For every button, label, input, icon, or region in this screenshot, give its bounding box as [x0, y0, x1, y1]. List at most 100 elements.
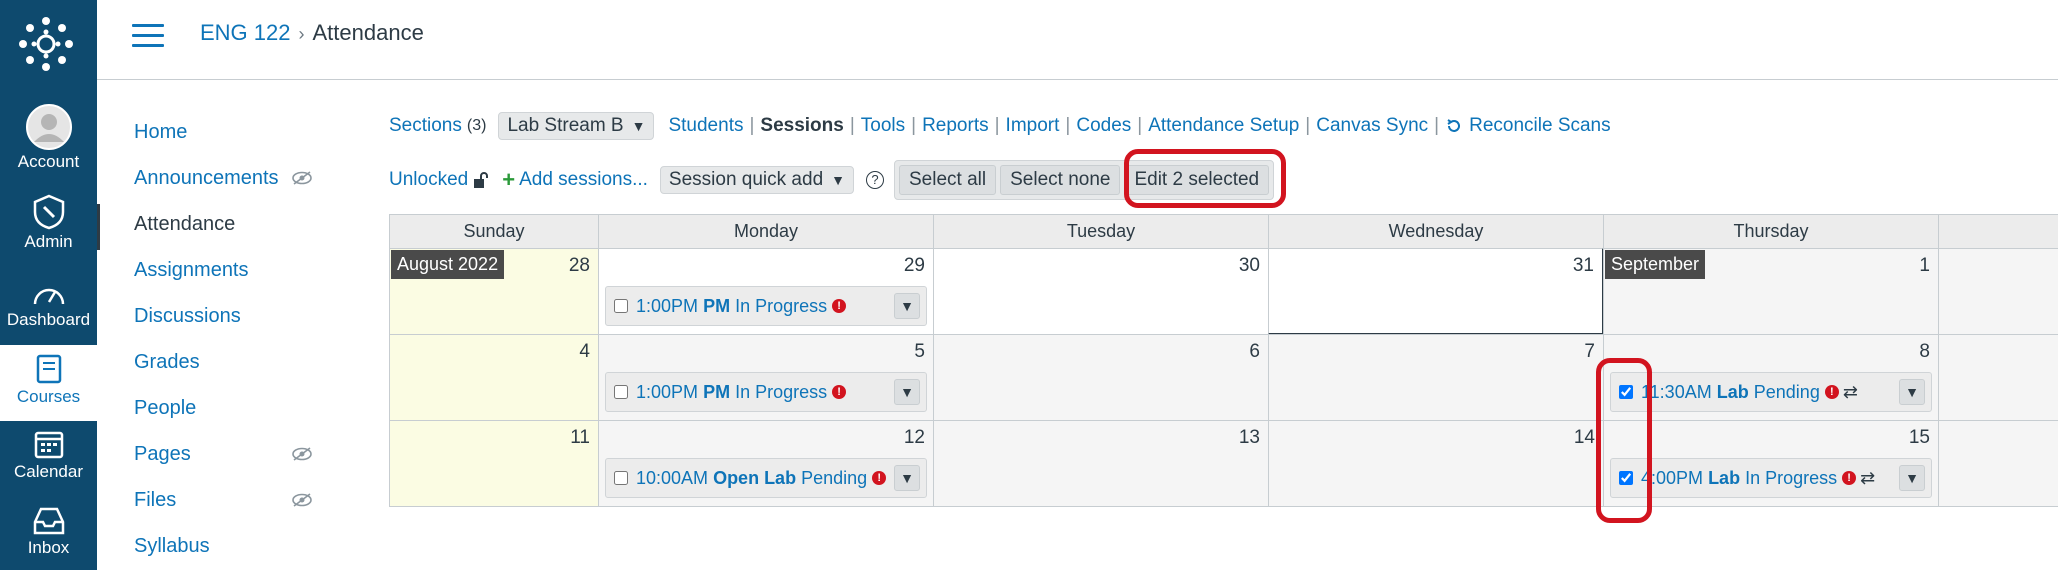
- divider: |: [994, 115, 1000, 136]
- session-item[interactable]: 4:00PM Lab In Progress ! ⇄ ▼: [1610, 458, 1932, 498]
- section-select-value: Lab Stream B: [507, 115, 624, 136]
- reconcile-scans-link[interactable]: Reconcile Scans: [1469, 115, 1611, 137]
- course-nav-grades[interactable]: Grades: [97, 342, 327, 388]
- students-link[interactable]: Students: [668, 115, 743, 137]
- month-label: September: [1605, 250, 1706, 279]
- calendar-day[interactable]: [1938, 420, 2058, 507]
- nav-dashboard[interactable]: Dashboard: [0, 280, 97, 330]
- course-nav-assignments-label: Assignments: [134, 259, 249, 281]
- session-checkbox[interactable]: [614, 299, 628, 313]
- top-bar: ENG 122 › Attendance: [97, 0, 2058, 80]
- course-nav-syllabus[interactable]: Syllabus: [97, 526, 327, 572]
- session-menu-chevron-icon[interactable]: ▼: [894, 379, 920, 405]
- session-item[interactable]: 11:30AM Lab Pending ! ⇄ ▼: [1610, 372, 1932, 412]
- hamburger-menu-icon[interactable]: [132, 24, 164, 48]
- tools-link[interactable]: Tools: [861, 115, 905, 137]
- nav-inbox[interactable]: Inbox: [0, 506, 97, 558]
- calendar-day[interactable]: 31: [1268, 248, 1604, 335]
- session-checkbox[interactable]: [1619, 385, 1633, 399]
- calendar-day[interactable]: 12 10:00AM Open Lab Pending ! ▼: [598, 420, 934, 507]
- course-nav-files[interactable]: Files: [97, 480, 327, 526]
- hidden-eye-icon: [292, 493, 312, 507]
- calendar-day[interactable]: 13: [933, 420, 1269, 507]
- session-checkbox[interactable]: [614, 385, 628, 399]
- session-quick-add-select[interactable]: Session quick add ▼: [659, 166, 854, 194]
- canvas-sync-link[interactable]: Canvas Sync: [1316, 115, 1428, 137]
- sections-link[interactable]: Sections: [389, 115, 462, 137]
- sessions-calendar: Sunday Monday Tuesday Wednesday Thursday…: [389, 214, 2058, 511]
- attendance-setup-link[interactable]: Attendance Setup: [1148, 115, 1299, 137]
- edit-selected-button[interactable]: Edit 2 selected: [1124, 165, 1270, 195]
- day-number: 4: [579, 341, 590, 362]
- session-status: In Progress: [735, 295, 828, 316]
- session-name: Lab: [1708, 467, 1741, 488]
- month-label: August 2022: [391, 250, 505, 279]
- nav-account[interactable]: Account: [0, 104, 97, 172]
- calendar-day[interactable]: 6: [933, 334, 1269, 421]
- calendar-day[interactable]: 5 1:00PM PM In Progress ! ▼: [598, 334, 934, 421]
- calendar-day[interactable]: September 1: [1603, 248, 1939, 335]
- global-nav: Account Admin Dashboard Courses Calendar: [0, 0, 97, 570]
- session-item[interactable]: 1:00PM PM In Progress ! ▼: [605, 286, 927, 326]
- session-link[interactable]: 11:30AM Lab Pending: [1641, 382, 1820, 403]
- add-sessions-link[interactable]: Add sessions...: [519, 169, 648, 191]
- nav-calendar[interactable]: Calendar: [0, 428, 97, 482]
- session-link[interactable]: 4:00PM Lab In Progress: [1641, 468, 1837, 489]
- nav-admin[interactable]: Admin: [0, 194, 97, 252]
- warning-icon: !: [1842, 471, 1857, 485]
- calendar-day[interactable]: 8 11:30AM Lab Pending ! ⇄ ▼: [1603, 334, 1939, 421]
- calendar-day[interactable]: 15 4:00PM Lab In Progress ! ⇄ ▼: [1603, 420, 1939, 507]
- day-header: Wednesday: [1268, 214, 1604, 249]
- select-all-button[interactable]: Select all: [899, 165, 997, 195]
- nav-courses[interactable]: Courses: [0, 345, 97, 421]
- calendar-day[interactable]: [1938, 248, 2058, 335]
- day-number: 30: [1238, 255, 1260, 276]
- avatar-icon: [25, 104, 72, 150]
- course-nav-assignments[interactable]: Assignments: [97, 250, 327, 296]
- course-nav-attendance[interactable]: Attendance: [97, 204, 327, 250]
- course-nav-home[interactable]: Home: [97, 112, 327, 158]
- nav-account-label: Account: [17, 152, 80, 171]
- select-none-button[interactable]: Select none: [1000, 165, 1121, 195]
- session-menu-chevron-icon[interactable]: ▼: [1899, 465, 1925, 491]
- session-checkbox[interactable]: [1619, 471, 1633, 485]
- course-nav-pages[interactable]: Pages: [97, 434, 327, 480]
- sessions-tab[interactable]: Sessions: [760, 115, 843, 137]
- session-menu-chevron-icon[interactable]: ▼: [1899, 379, 1925, 405]
- calendar-day[interactable]: 7: [1268, 334, 1604, 421]
- session-checkbox[interactable]: [614, 471, 628, 485]
- session-quick-add-value: Session quick add: [668, 169, 824, 190]
- reports-link[interactable]: Reports: [922, 115, 989, 137]
- course-nav-discussions[interactable]: Discussions: [97, 296, 327, 342]
- session-link[interactable]: 1:00PM PM In Progress: [636, 382, 827, 403]
- course-nav-pages-label: Pages: [134, 443, 191, 465]
- calendar-day[interactable]: 14: [1268, 420, 1604, 507]
- unlocked-link[interactable]: Unlocked: [389, 169, 468, 191]
- course-nav-announcements[interactable]: Announcements: [97, 158, 327, 204]
- calendar-day[interactable]: [1938, 334, 2058, 421]
- calendar-day[interactable]: 29 1:00PM PM In Progress ! ▼: [598, 248, 934, 335]
- session-link[interactable]: 10:00AM Open Lab Pending: [636, 468, 867, 489]
- import-link[interactable]: Import: [1006, 115, 1060, 137]
- session-menu-chevron-icon[interactable]: ▼: [894, 465, 920, 491]
- calendar-day[interactable]: August 2022 28: [389, 248, 599, 335]
- nav-admin-label: Admin: [24, 232, 73, 251]
- session-menu-chevron-icon[interactable]: ▼: [894, 293, 920, 319]
- canvas-logo-icon[interactable]: [18, 16, 74, 72]
- breadcrumb-course-link[interactable]: ENG 122: [200, 20, 291, 45]
- warning-icon: !: [832, 299, 847, 313]
- calendar-day[interactable]: 30: [933, 248, 1269, 335]
- help-icon[interactable]: ?: [866, 171, 884, 189]
- calendar-day[interactable]: 4: [389, 334, 599, 421]
- course-nav: Home Announcements Attendance Assignment…: [97, 112, 327, 572]
- course-nav-people[interactable]: People: [97, 388, 327, 434]
- day-header: [1938, 214, 2058, 249]
- codes-link[interactable]: Codes: [1076, 115, 1131, 137]
- day-number: 8: [1919, 341, 1930, 362]
- session-item[interactable]: 1:00PM PM In Progress ! ▼: [605, 372, 927, 412]
- day-header: Monday: [598, 214, 934, 249]
- session-link[interactable]: 1:00PM PM In Progress: [636, 296, 827, 317]
- calendar-day[interactable]: 11: [389, 420, 599, 507]
- session-item[interactable]: 10:00AM Open Lab Pending ! ▼: [605, 458, 927, 498]
- section-select[interactable]: Lab Stream B ▼: [498, 112, 655, 140]
